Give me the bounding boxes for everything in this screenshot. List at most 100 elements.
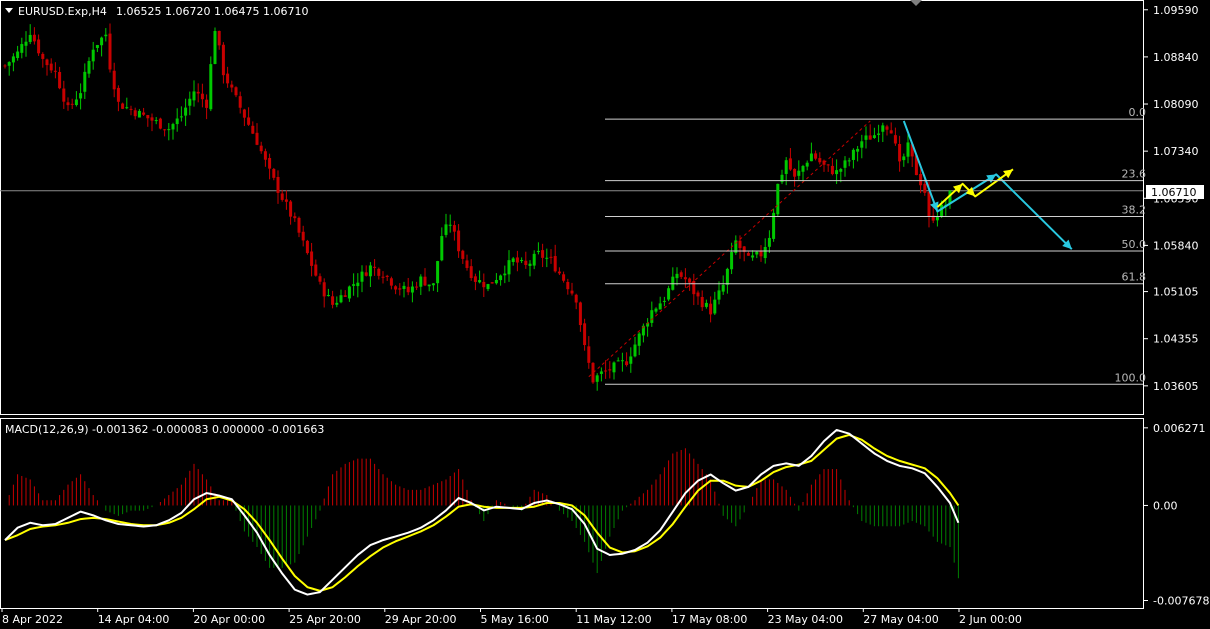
candle-body[interactable] <box>528 263 532 266</box>
candle-body[interactable] <box>881 125 885 132</box>
candle-body[interactable] <box>704 302 708 307</box>
candle-body[interactable] <box>473 276 477 282</box>
candle-body[interactable] <box>688 278 692 283</box>
candle-body[interactable] <box>247 117 251 125</box>
candle-body[interactable] <box>696 292 700 297</box>
trading-chart[interactable]: 0.0 23.6 38.2 50.0 61.8 100.0 1.09590 1.08840 1… <box>0 0 1210 629</box>
candle-body[interactable] <box>604 370 608 372</box>
candle-body[interactable] <box>11 56 15 63</box>
candle-body[interactable] <box>675 273 679 279</box>
candle-body[interactable] <box>381 276 385 278</box>
candle-body[interactable] <box>545 257 549 259</box>
candle-body[interactable] <box>532 253 536 266</box>
candle-body[interactable] <box>520 259 524 262</box>
candle-body[interactable] <box>612 362 616 373</box>
candle-body[interactable] <box>625 361 629 366</box>
candle-body[interactable] <box>45 59 49 66</box>
candle-body[interactable] <box>259 145 263 152</box>
candle-body[interactable] <box>574 294 578 303</box>
candle-body[interactable] <box>898 143 902 162</box>
candle-body[interactable] <box>826 164 830 166</box>
candle-body[interactable] <box>171 124 175 130</box>
candle-body[interactable] <box>352 284 356 286</box>
candle-body[interactable] <box>3 65 7 67</box>
candle-body[interactable] <box>242 109 246 118</box>
candle-body[interactable] <box>725 268 729 285</box>
candle-body[interactable] <box>150 117 154 121</box>
candle-body[interactable] <box>24 41 28 46</box>
candle-body[interactable] <box>133 110 137 117</box>
candle-body[interactable] <box>616 360 620 362</box>
candle-body[interactable] <box>163 129 167 131</box>
candle-body[interactable] <box>289 201 293 217</box>
candle-body[interactable] <box>482 281 486 288</box>
candle-body[interactable] <box>452 225 456 232</box>
candle-body[interactable] <box>121 103 125 109</box>
candle-body[interactable] <box>549 256 553 258</box>
candle-body[interactable] <box>461 250 465 259</box>
candle-body[interactable] <box>654 308 658 312</box>
candle-body[interactable] <box>116 87 120 102</box>
candle-body[interactable] <box>784 160 788 174</box>
candle-body[interactable] <box>658 303 662 310</box>
candle-body[interactable] <box>137 110 141 118</box>
candle-body[interactable] <box>667 288 671 300</box>
candle-body[interactable] <box>553 256 557 272</box>
candle-body[interactable] <box>478 280 482 283</box>
candle-body[interactable] <box>419 276 423 287</box>
candle-body[interactable] <box>406 286 410 293</box>
candle-body[interactable] <box>893 135 897 144</box>
candle-body[interactable] <box>486 284 490 290</box>
candle-body[interactable] <box>179 116 183 118</box>
candle-body[interactable] <box>91 49 95 62</box>
candle-body[interactable] <box>599 371 603 374</box>
candle-body[interactable] <box>566 281 570 290</box>
candle-body[interactable] <box>465 260 469 268</box>
candle-body[interactable] <box>902 156 906 161</box>
candle-body[interactable] <box>448 224 452 226</box>
candle-body[interactable] <box>562 274 566 281</box>
candle-body[interactable] <box>167 129 171 131</box>
candle-body[interactable] <box>213 31 217 64</box>
candle-body[interactable] <box>759 251 763 257</box>
candle-body[interactable] <box>251 125 255 134</box>
candle-body[interactable] <box>83 71 87 92</box>
candle-body[interactable] <box>314 264 318 276</box>
candle-body[interactable] <box>851 149 855 160</box>
candle-body[interactable] <box>843 160 847 168</box>
candle-body[interactable] <box>158 118 162 129</box>
candle-body[interactable] <box>268 158 272 169</box>
candle-body[interactable] <box>276 177 280 193</box>
candle-body[interactable] <box>7 62 11 66</box>
candle-body[interactable] <box>142 112 146 115</box>
candle-body[interactable] <box>763 246 767 259</box>
candle-body[interactable] <box>692 281 696 295</box>
candle-body[interactable] <box>755 251 759 255</box>
candle-body[interactable] <box>28 34 32 42</box>
candle-body[interactable] <box>751 255 755 258</box>
candle-body[interactable] <box>318 276 322 282</box>
candle-body[interactable] <box>940 204 944 218</box>
candle-body[interactable] <box>515 257 519 263</box>
candle-body[interactable] <box>650 310 654 323</box>
candle-body[interactable] <box>709 303 713 315</box>
candle-body[interactable] <box>587 346 591 363</box>
candle-body[interactable] <box>889 130 893 134</box>
candle-body[interactable] <box>322 282 326 297</box>
candle-body[interactable] <box>818 158 822 163</box>
candle-body[interactable] <box>713 299 717 314</box>
candle-body[interactable] <box>175 118 179 125</box>
candle-body[interactable] <box>860 141 864 148</box>
candle-body[interactable] <box>112 70 116 90</box>
candle-body[interactable] <box>507 260 511 275</box>
candle-body[interactable] <box>679 272 683 277</box>
candle-body[interactable] <box>53 70 57 72</box>
candle-body[interactable] <box>835 170 839 175</box>
candle-body[interactable] <box>20 44 24 53</box>
candle-body[interactable] <box>595 375 599 382</box>
candle-body[interactable] <box>410 286 414 293</box>
candle-body[interactable] <box>339 295 343 303</box>
candle-body[interactable] <box>721 284 725 292</box>
candle-body[interactable] <box>154 120 158 122</box>
candle-body[interactable] <box>356 282 360 287</box>
